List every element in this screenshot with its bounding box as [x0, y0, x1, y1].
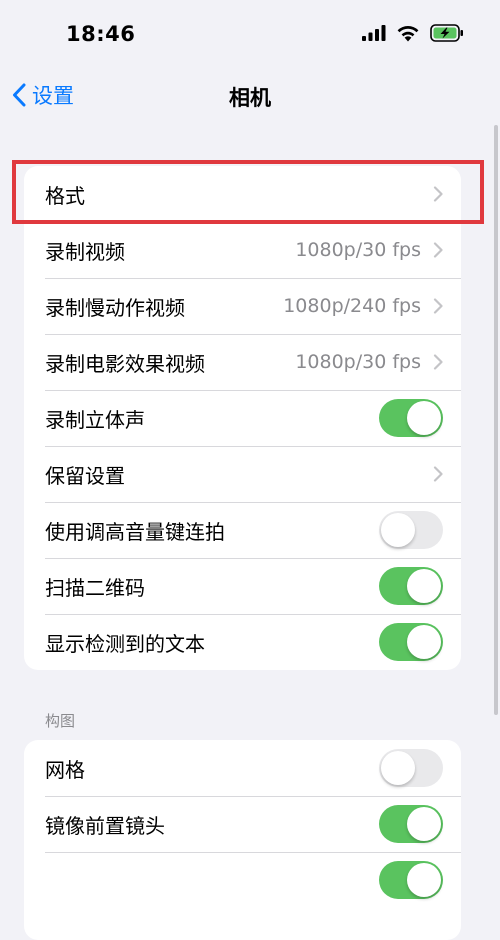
row-grid: 网格	[24, 740, 461, 796]
row-preserve-settings[interactable]: 保留设置	[24, 446, 461, 502]
row-record-video[interactable]: 录制视频 1080p/30 fps	[24, 222, 461, 278]
toggle-knob	[381, 513, 415, 547]
row-record-stereo: 录制立体声	[24, 390, 461, 446]
row-volume-burst: 使用调高音量键连拍	[24, 502, 461, 558]
chevron-right-icon	[433, 186, 443, 202]
row-label: 格式	[45, 183, 85, 208]
cellular-signal-icon	[362, 25, 386, 41]
row-format[interactable]: 格式	[24, 166, 461, 222]
row-value: 1080p/240 fps	[283, 295, 421, 317]
volume-burst-toggle[interactable]	[379, 511, 443, 549]
settings-group-composition: 网格 镜像前置镜头	[24, 740, 461, 940]
chevron-right-icon	[433, 298, 443, 314]
row-detected-text: 显示检测到的文本	[24, 614, 461, 670]
row-record-cinematic[interactable]: 录制电影效果视频 1080p/30 fps	[24, 334, 461, 390]
toggle-knob	[407, 625, 441, 659]
row-label: 网格	[45, 757, 85, 782]
toggle-knob	[407, 807, 441, 841]
status-time: 18:46	[66, 22, 136, 46]
row-partial	[24, 852, 461, 908]
row-value: 1080p/30 fps	[295, 351, 421, 373]
toggle-knob	[407, 863, 441, 897]
stereo-toggle[interactable]	[379, 399, 443, 437]
partial-toggle[interactable]	[379, 861, 443, 899]
navigation-bar: 设置 相机	[0, 72, 500, 118]
settings-group-main: 格式 录制视频 1080p/30 fps 录制慢动作视频 1080p/240 f…	[24, 166, 461, 670]
row-label: 显示检测到的文本	[45, 631, 205, 656]
row-label: 录制立体声	[45, 407, 145, 432]
grid-toggle[interactable]	[379, 749, 443, 787]
battery-charging-icon	[430, 24, 463, 42]
row-label: 镜像前置镜头	[45, 813, 165, 838]
scan-qr-toggle[interactable]	[379, 567, 443, 605]
row-record-slomo[interactable]: 录制慢动作视频 1080p/240 fps	[24, 278, 461, 334]
row-scan-qr: 扫描二维码	[24, 558, 461, 614]
row-mirror-front: 镜像前置镜头	[24, 796, 461, 852]
toggle-knob	[407, 569, 441, 603]
row-label: 录制视频	[45, 239, 125, 264]
row-label: 使用调高音量键连拍	[45, 519, 225, 544]
row-label: 保留设置	[45, 463, 125, 488]
section-header-composition: 构图	[45, 712, 76, 730]
chevron-right-icon	[433, 354, 443, 370]
row-label: 扫描二维码	[45, 575, 145, 600]
mirror-front-toggle[interactable]	[379, 805, 443, 843]
chevron-right-icon	[433, 466, 443, 482]
toggle-knob	[381, 751, 415, 785]
wifi-icon	[397, 25, 419, 41]
row-label: 录制电影效果视频	[45, 351, 205, 376]
toggle-knob	[407, 401, 441, 435]
row-value: 1080p/30 fps	[295, 239, 421, 261]
detected-text-toggle[interactable]	[379, 623, 443, 661]
status-icons	[362, 24, 464, 42]
status-bar: 18:46	[0, 0, 500, 64]
row-label: 录制慢动作视频	[45, 295, 185, 320]
scroll-indicator[interactable]	[494, 125, 498, 715]
page-title: 相机	[229, 86, 271, 110]
chevron-right-icon	[433, 242, 443, 258]
